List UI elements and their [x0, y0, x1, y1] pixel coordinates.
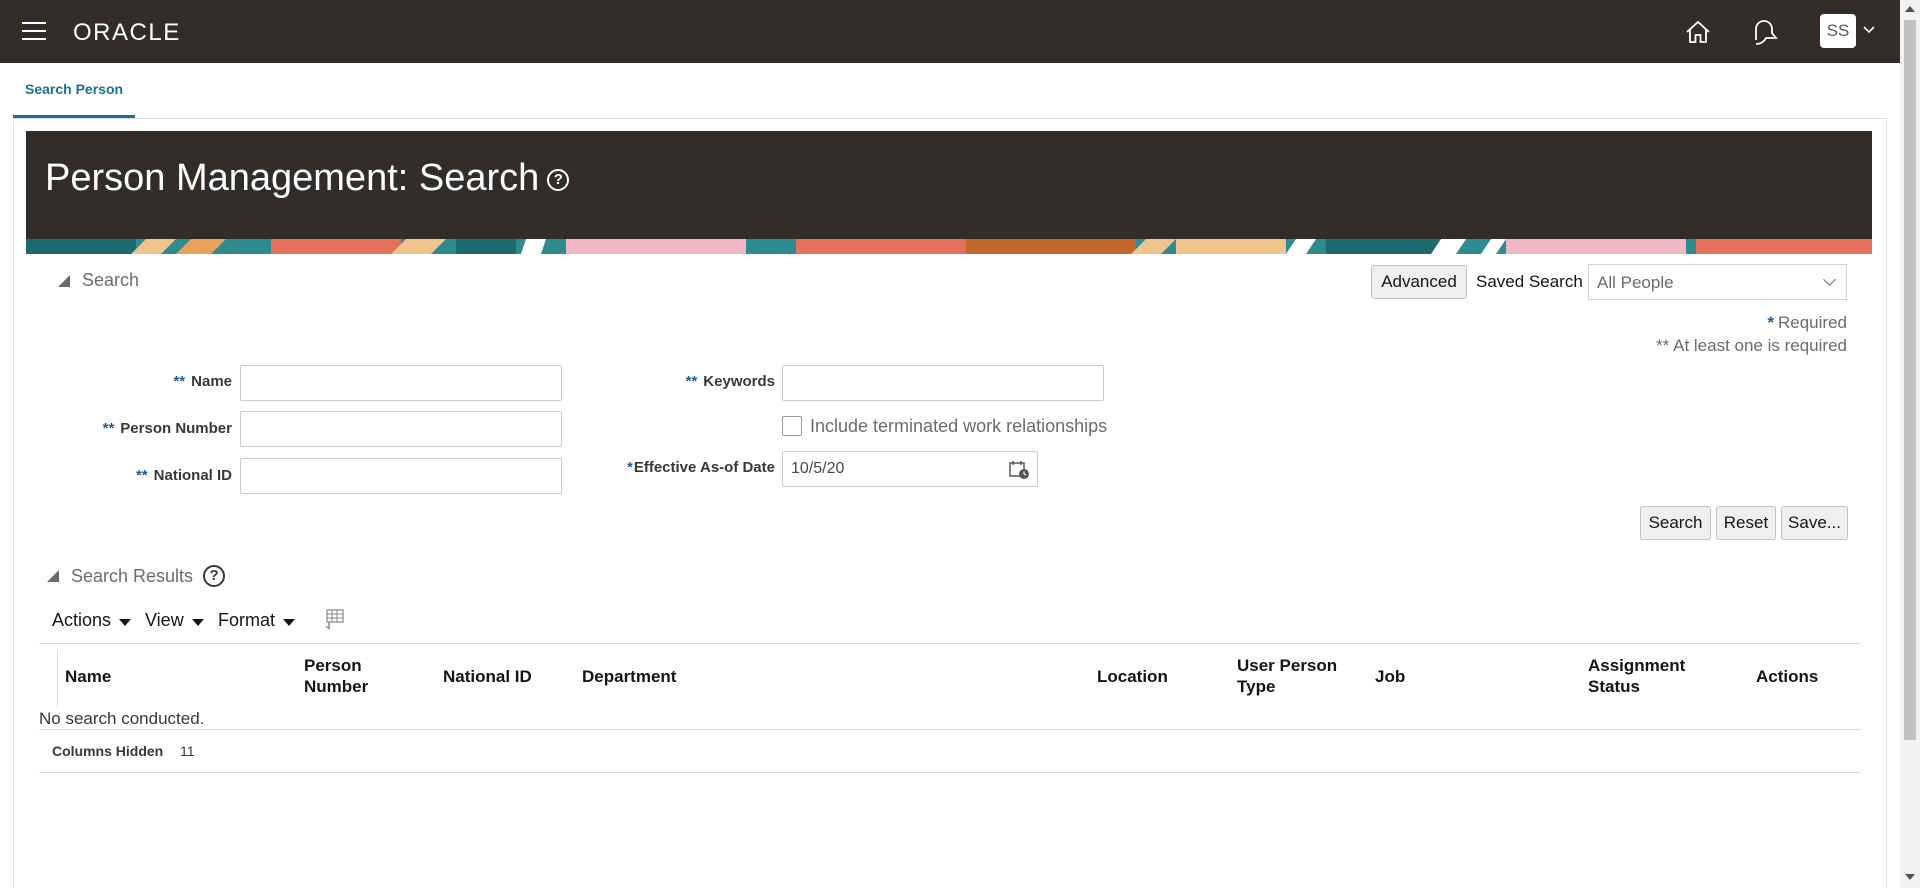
chevron-down-icon[interactable] — [1862, 25, 1876, 35]
table-status-bar: Columns Hidden 11 — [39, 729, 1861, 773]
menu-icon[interactable] — [22, 22, 46, 40]
dropdown-arrow-icon — [191, 619, 204, 626]
notifications-icon[interactable] — [1749, 17, 1779, 47]
required-mark: * — [627, 459, 633, 476]
name-label: ** Name — [100, 373, 232, 390]
required-mark: ** — [135, 467, 148, 484]
person-number-input[interactable] — [240, 411, 562, 447]
required-note-text: Required — [1778, 313, 1847, 332]
effective-date-label: *Effective As-of Date — [580, 459, 775, 476]
column-header-assignment-status[interactable]: Assignment Status — [1588, 655, 1698, 697]
view-menu-label: View — [145, 610, 184, 630]
required-mark: ** — [173, 373, 186, 390]
column-header-national-id[interactable]: National ID — [443, 666, 532, 687]
saved-search-value: All People — [1597, 273, 1674, 292]
vertical-scrollbar[interactable] — [1900, 0, 1920, 888]
search-button[interactable]: Search — [1640, 506, 1711, 540]
tab-search-person[interactable]: Search Person — [13, 63, 136, 118]
tab-bar: Search Person — [13, 63, 1887, 119]
row-selector-column — [39, 650, 58, 707]
freeze-columns-icon[interactable] — [324, 609, 346, 631]
dropdown-arrow-icon — [119, 619, 132, 626]
national-id-input[interactable] — [240, 458, 562, 494]
dropdown-arrow-icon — [283, 619, 296, 626]
help-icon[interactable]: ? — [547, 168, 570, 191]
person-number-label: ** Person Number — [60, 420, 232, 437]
required-note: * Required — [1600, 313, 1847, 333]
format-menu-label: Format — [218, 610, 276, 630]
page-title: Person Management: Search? — [45, 157, 570, 200]
columns-hidden-count[interactable]: 11 — [180, 743, 195, 759]
column-header-department[interactable]: Department — [582, 666, 676, 687]
help-icon[interactable]: ? — [203, 565, 226, 587]
actions-menu-label: Actions — [52, 610, 112, 630]
collapse-triangle-icon[interactable] — [58, 274, 70, 287]
at-least-one-note: ** At least one is required — [1656, 336, 1847, 355]
reset-button[interactable]: Reset — [1716, 506, 1776, 540]
actions-menu[interactable]: Actions — [52, 610, 132, 631]
name-label-text: Name — [191, 373, 232, 390]
empty-results-message: No search conducted. — [39, 709, 205, 728]
table-header-row: Name Person Number National ID Departmen… — [39, 643, 1861, 710]
save-button[interactable]: Save... — [1781, 506, 1848, 540]
home-icon[interactable] — [1683, 17, 1713, 47]
column-header-job[interactable]: Job — [1375, 666, 1405, 687]
effective-date-input[interactable]: 10/5/20 — [782, 451, 1038, 487]
required-mark: ** — [102, 420, 115, 437]
keywords-label: ** Keywords — [620, 373, 775, 390]
include-terminated-checkbox[interactable] — [782, 416, 802, 436]
column-header-person-number[interactable]: Person Number — [304, 655, 394, 697]
effective-date-value: 10/5/20 — [791, 460, 845, 477]
scrollbar-thumb[interactable] — [1904, 20, 1916, 740]
keywords-label-text: Keywords — [703, 373, 775, 390]
format-menu[interactable]: Format — [218, 610, 296, 631]
view-menu[interactable]: View — [145, 610, 204, 631]
name-input[interactable] — [240, 365, 562, 401]
search-results-label: Search Results — [71, 565, 194, 586]
calendar-icon[interactable] — [1009, 460, 1031, 480]
scroll-up-icon[interactable] — [1905, 6, 1915, 12]
page-header-banner: Person Management: Search? — [26, 131, 1872, 254]
include-terminated-label[interactable]: Include terminated work relationships — [810, 416, 1107, 437]
person-number-label-text: Person Number — [120, 420, 232, 437]
global-header: ORACLE SS — [0, 0, 1900, 63]
keywords-input[interactable] — [782, 365, 1104, 401]
search-section-header[interactable]: Search — [58, 270, 139, 291]
column-header-user-person-type[interactable]: User Person Type — [1237, 655, 1352, 697]
column-header-location[interactable]: Location — [1097, 666, 1168, 687]
saved-search-label: Saved Search — [1476, 272, 1583, 291]
chevron-down-icon — [1823, 273, 1836, 286]
collapse-triangle-icon[interactable] — [47, 570, 59, 582]
search-results-header[interactable]: Search Results ? — [47, 565, 226, 587]
required-mark: ** — [685, 373, 698, 390]
advanced-button[interactable]: Advanced — [1371, 265, 1467, 299]
saved-search-select[interactable]: All People — [1588, 264, 1847, 300]
required-mark: * — [1767, 313, 1774, 332]
column-header-name[interactable]: Name — [65, 666, 111, 687]
oracle-logo: ORACLE — [73, 19, 181, 46]
avatar[interactable]: SS — [1820, 14, 1856, 48]
column-header-actions[interactable]: Actions — [1756, 666, 1818, 687]
scroll-down-icon[interactable] — [1905, 874, 1915, 880]
search-section-label: Search — [82, 270, 140, 290]
decorative-banner-stripe — [26, 239, 1872, 254]
national-id-label: ** National ID — [80, 467, 232, 484]
page-title-text: Person Management: Search — [45, 157, 540, 199]
effective-date-label-text: Effective As-of Date — [633, 459, 775, 476]
national-id-label-text: National ID — [153, 467, 232, 484]
columns-hidden-label: Columns Hidden — [52, 743, 164, 759]
